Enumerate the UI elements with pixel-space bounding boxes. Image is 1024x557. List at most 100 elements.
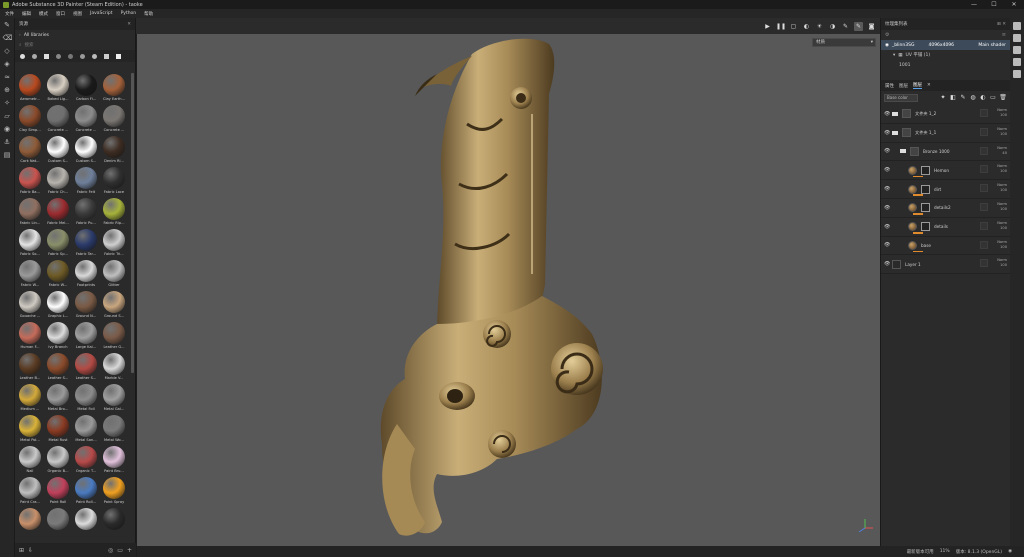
- layer-name[interactable]: Hemon: [934, 168, 949, 173]
- material-thumbnail[interactable]: Paint Roll...: [73, 476, 99, 507]
- material-thumbnail[interactable]: Metal Foil: [73, 383, 99, 414]
- material-thumbnail[interactable]: Paint Spray: [101, 476, 127, 507]
- menu-window[interactable]: 窗口: [56, 11, 65, 17]
- material-thumbnail[interactable]: Leather S...: [45, 352, 71, 383]
- layer-name[interactable]: Layer 1: [905, 262, 921, 267]
- layer-row[interactable]: 👁 Layer 1 Norm 100: [881, 255, 1010, 275]
- visibility-eye-icon[interactable]: 👁: [884, 167, 890, 173]
- mask-thumbnail[interactable]: [921, 184, 930, 194]
- layer-blend-info[interactable]: Norm 100: [997, 258, 1007, 268]
- layer-blend-info[interactable]: Norm 100: [997, 221, 1007, 231]
- material-thumbnail[interactable]: Gouache ...: [17, 290, 43, 321]
- layer-select-checkbox[interactable]: [980, 259, 988, 268]
- layer-select-checkbox[interactable]: [980, 109, 988, 117]
- material-thumbnail[interactable]: Ivy Branch: [45, 321, 71, 352]
- material-thumbnail[interactable]: [45, 507, 71, 538]
- menu-view[interactable]: 视图: [73, 11, 82, 17]
- filter-materials-icon[interactable]: [17, 52, 27, 61]
- filter-smart-materials-icon[interactable]: [29, 52, 39, 61]
- texture-set-shader[interactable]: Main shader: [978, 43, 1006, 48]
- pause-icon[interactable]: ❚❚: [776, 22, 786, 31]
- material-thumbnail[interactable]: Concrete ...: [73, 104, 99, 135]
- material-thumbnail[interactable]: Fabric Rip...: [101, 197, 127, 228]
- material-thumbnail[interactable]: Organic T...: [73, 445, 99, 476]
- layer-name[interactable]: 文件夹 1_2: [915, 111, 936, 117]
- filter-grid-icon[interactable]: [113, 52, 123, 61]
- menu-help[interactable]: 帮助: [144, 11, 153, 17]
- material-thumbnail[interactable]: Large Kai...: [73, 321, 99, 352]
- material-thumbnail[interactable]: Fabric W...: [45, 259, 71, 290]
- layer-select-checkbox[interactable]: [980, 146, 988, 155]
- uv-tile-item[interactable]: 1001: [881, 60, 1010, 70]
- add-paint-layer-icon[interactable]: ✎: [959, 94, 967, 102]
- delete-layer-icon[interactable]: 🗑: [999, 94, 1007, 102]
- menu-file[interactable]: 文件: [5, 11, 14, 17]
- material-thumbnail[interactable]: Concrete ...: [101, 104, 127, 135]
- material-thumbnail[interactable]: Baked Lig...: [45, 73, 71, 104]
- uv-tile-group[interactable]: ▾ ▦ UV 平铺 (1): [881, 50, 1010, 60]
- filter-filters-icon[interactable]: [65, 52, 75, 61]
- material-thumbnail[interactable]: [17, 507, 43, 538]
- shader-settings-icon[interactable]: [1013, 46, 1021, 54]
- material-thumbnail[interactable]: Concrete ...: [45, 104, 71, 135]
- minimize-button[interactable]: —: [964, 0, 984, 9]
- play-icon[interactable]: ▶: [763, 22, 772, 31]
- shelf-close-icon[interactable]: ✕: [127, 22, 131, 27]
- material-thumbnail[interactable]: Fabric Pu...: [73, 197, 99, 228]
- layer-blend-info[interactable]: Norm 100: [997, 183, 1007, 193]
- camera-icon[interactable]: ▢: [789, 22, 798, 31]
- screenshot-icon[interactable]: ◙: [867, 22, 876, 31]
- material-thumbnail[interactable]: Cork Nat...: [17, 135, 43, 166]
- menu-mode[interactable]: 模式: [39, 11, 48, 17]
- material-thumbnail[interactable]: Marble V...: [101, 352, 127, 383]
- view-options-icon[interactable]: ◎: [108, 547, 113, 554]
- material-thumbnail[interactable]: Graphic L...: [45, 290, 71, 321]
- material-thumbnail[interactable]: Leather G...: [101, 321, 127, 352]
- menu-edit[interactable]: 编辑: [22, 11, 31, 17]
- menu-python[interactable]: Python: [121, 11, 137, 16]
- layer-row[interactable]: 👁 Hemon Norm 100: [881, 161, 1010, 181]
- visibility-eye-icon[interactable]: 👁: [884, 261, 890, 267]
- material-thumbnail[interactable]: Metal Wo...: [101, 414, 127, 445]
- material-thumbnail[interactable]: Metal Rust: [45, 414, 71, 445]
- layer-name[interactable]: base: [921, 243, 931, 248]
- add-mask-icon[interactable]: ◧: [949, 94, 957, 102]
- layer-blend-info[interactable]: Norm 100: [997, 127, 1007, 137]
- visibility-eye-icon[interactable]: 👁: [884, 111, 890, 117]
- add-icon[interactable]: +: [127, 547, 132, 554]
- layer-blend-info[interactable]: Norm 100: [997, 202, 1007, 212]
- material-thumbnail[interactable]: Fabric Felt: [73, 166, 99, 197]
- material-thumbnail[interactable]: Carbon Fi...: [73, 73, 99, 104]
- filter-environments-icon[interactable]: [89, 52, 99, 61]
- notification-icon[interactable]: ◉: [1008, 549, 1012, 554]
- polygon-fill-icon[interactable]: ▱: [3, 112, 12, 121]
- layer-blend-info[interactable]: Norm 40: [997, 146, 1007, 156]
- maximize-button[interactable]: ☐: [984, 0, 1004, 9]
- bake-icon[interactable]: ◉: [3, 125, 12, 134]
- tab-properties[interactable]: 属性: [885, 83, 894, 89]
- layer-select-checkbox[interactable]: [980, 184, 988, 193]
- layer-name[interactable]: 文件夹 1_1: [915, 130, 936, 136]
- panel-options-icon[interactable]: ⊞ ✕: [997, 22, 1006, 27]
- material-thumbnail[interactable]: Metal Gal...: [101, 383, 127, 414]
- display-settings-icon[interactable]: [1013, 34, 1021, 42]
- material-thumbnail[interactable]: Custom S...: [45, 135, 71, 166]
- new-shelf-icon[interactable]: ⊞: [19, 547, 24, 554]
- material-thumbnail[interactable]: Metal Pol...: [17, 414, 43, 445]
- material-thumbnail[interactable]: Fabric Tri...: [101, 228, 127, 259]
- shelf-search[interactable]: ⌕ 搜索: [15, 40, 135, 50]
- material-thumbnail[interactable]: Fabric W...: [17, 259, 43, 290]
- paint-brush-icon[interactable]: ✎: [3, 21, 12, 30]
- history-icon[interactable]: [1013, 58, 1021, 66]
- geometry-fill-icon[interactable]: ◈: [3, 60, 12, 69]
- picker-icon[interactable]: ✧: [3, 99, 12, 108]
- material-thumbnail[interactable]: Paint Roll: [45, 476, 71, 507]
- texture-set-visible-icon[interactable]: ◉: [885, 43, 889, 48]
- settings-icon[interactable]: ⚙: [885, 32, 889, 38]
- layer-name[interactable]: Bronze 1000: [923, 149, 949, 154]
- texture-set-row[interactable]: ◉ _blinn3SG 4096x4096 Main shader: [881, 40, 1010, 50]
- layer-row[interactable]: 👁 dirt Norm 100: [881, 180, 1010, 199]
- layer-select-checkbox[interactable]: [980, 202, 988, 211]
- mask-thumbnail[interactable]: [921, 222, 930, 232]
- filter-textures-icon[interactable]: [41, 52, 51, 61]
